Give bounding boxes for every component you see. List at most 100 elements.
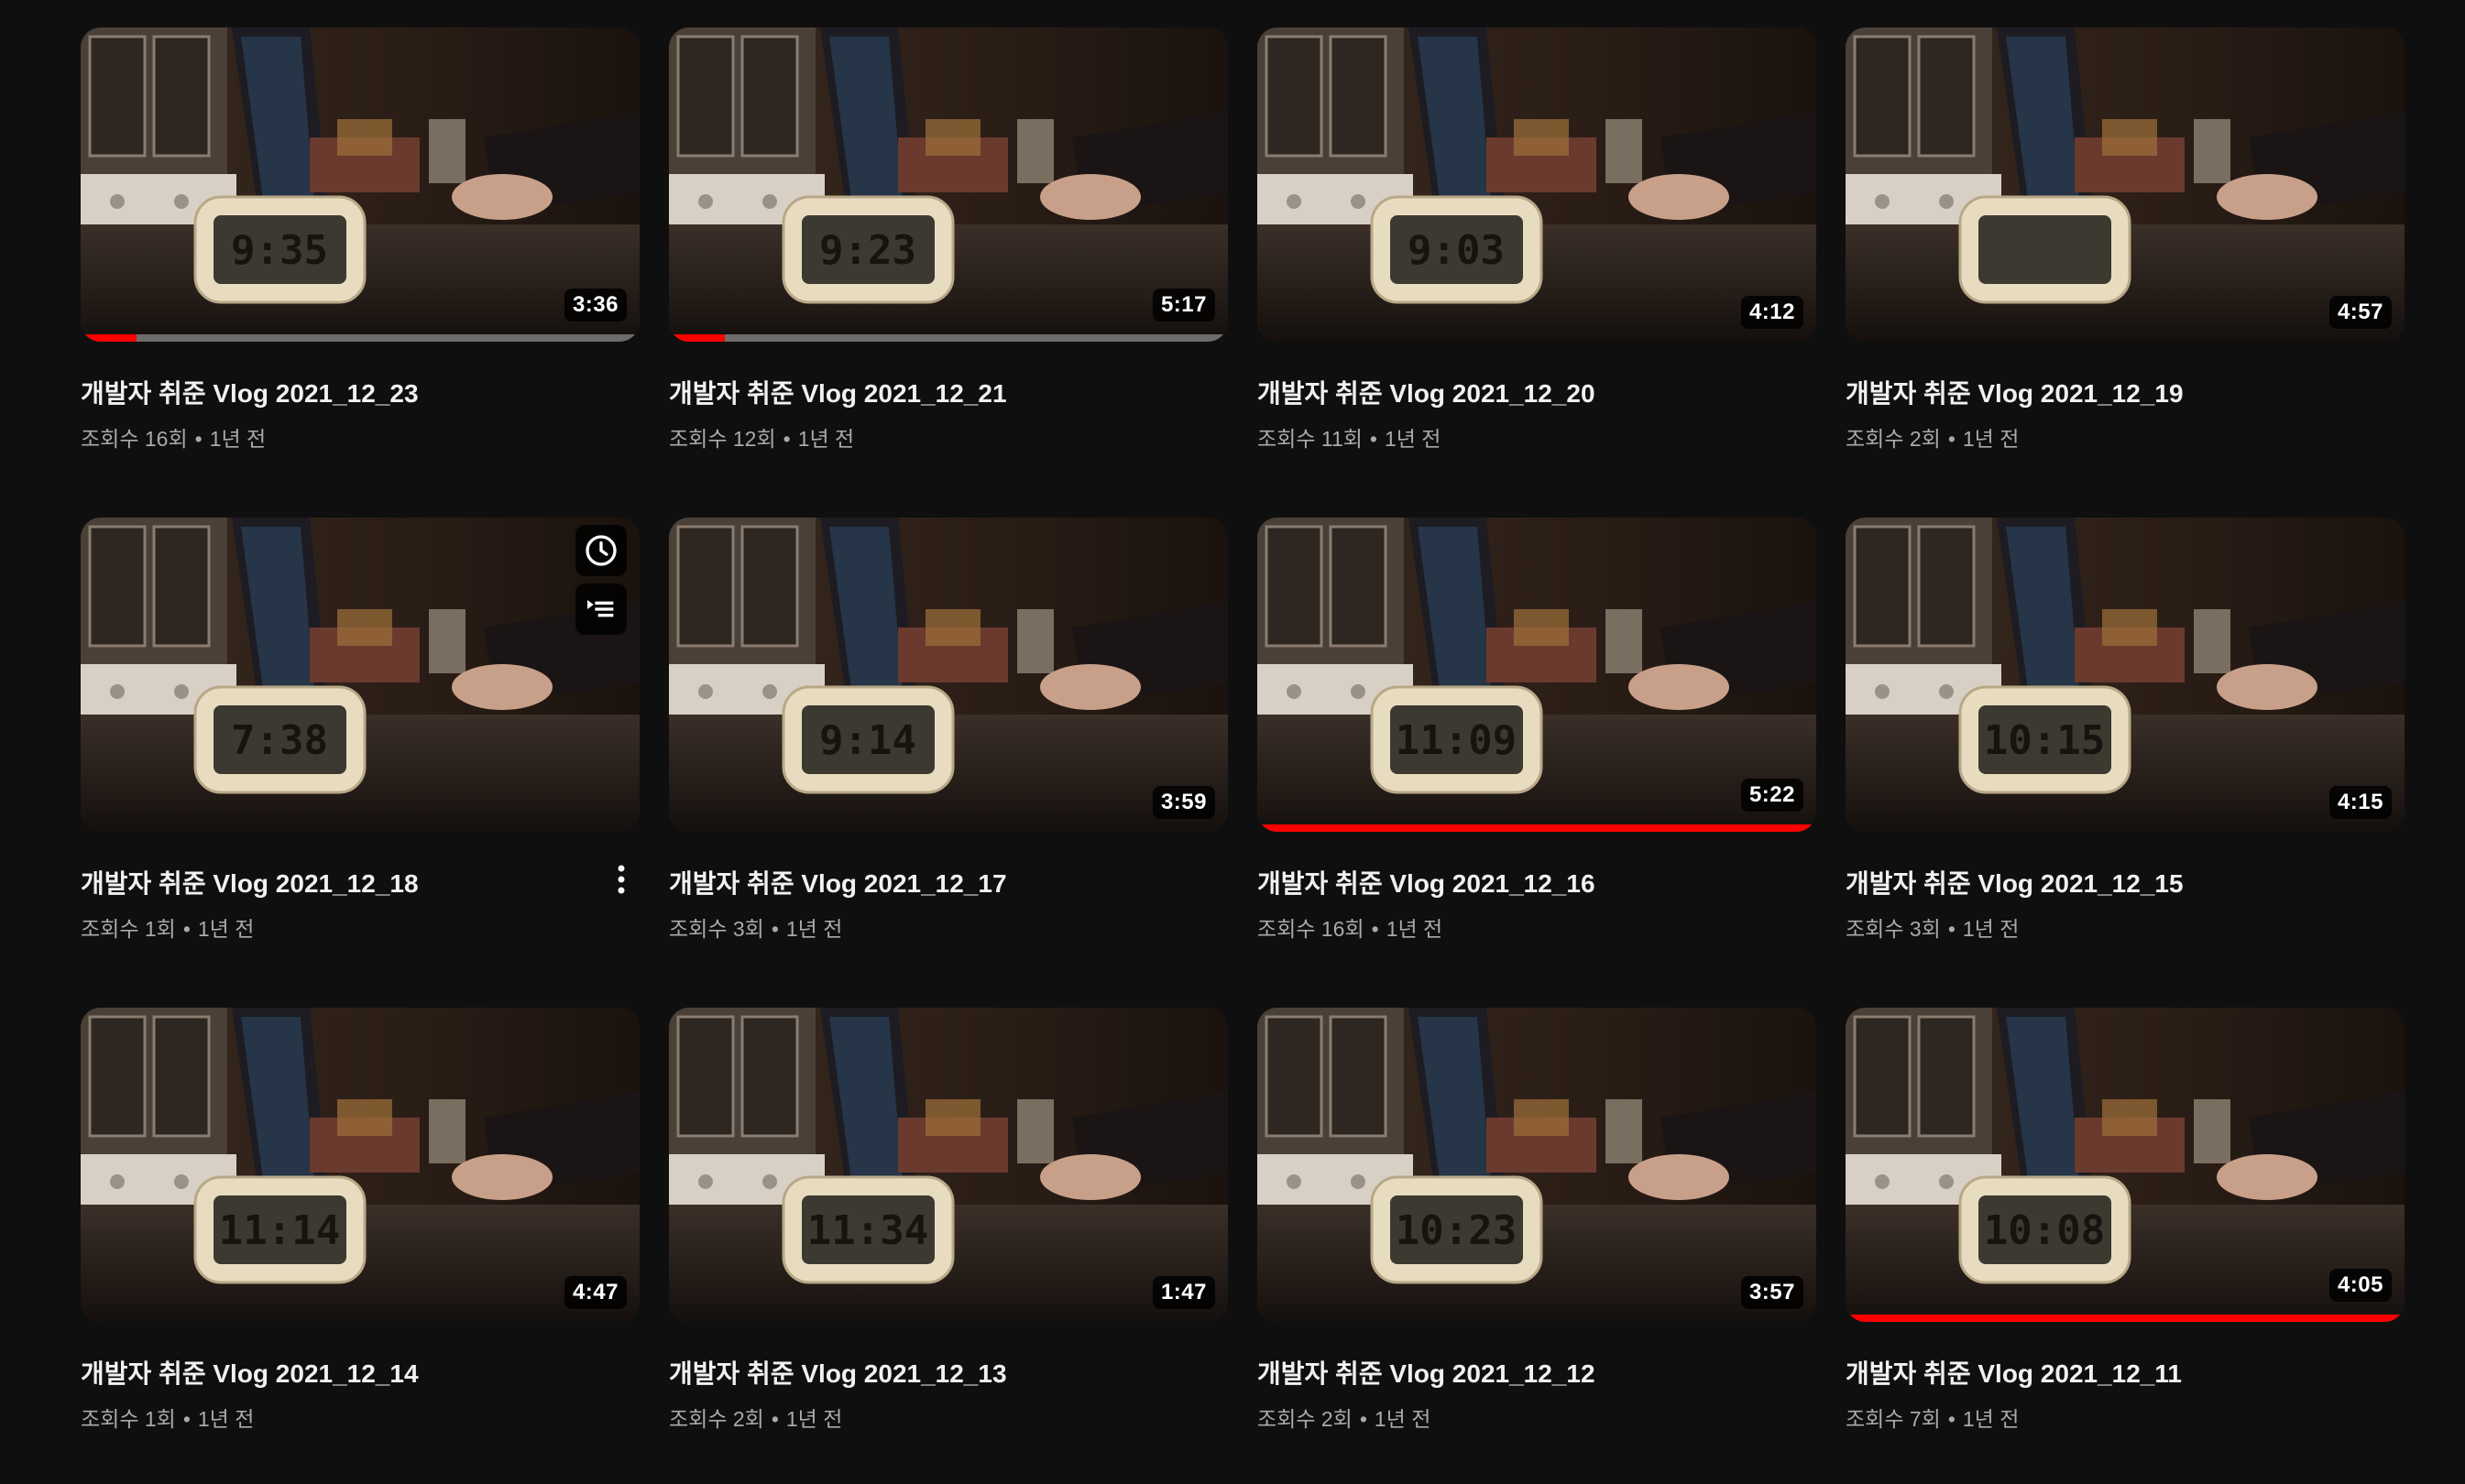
video-thumbnail[interactable]: 10:23 3:57 <box>1257 1008 1816 1322</box>
video-card[interactable]: 7:38 개발자 취준 Vlog 2021_12_18 조회수 1회 • 1년 전 <box>81 518 640 994</box>
svg-text:11:34: 11:34 <box>807 1207 928 1254</box>
upload-age: 1년 전 <box>209 427 267 451</box>
video-title[interactable]: 개발자 취준 Vlog 2021_12_18 <box>81 864 575 900</box>
duration-badge: 4:15 <box>2328 786 2392 819</box>
thumbnail-image: 10:23 <box>1257 1008 1816 1322</box>
video-card[interactable]: 10:15 4:15 개발자 취준 Vlog 2021_12_15 조회수 3회 • 1… <box>1846 518 2405 994</box>
video-title[interactable]: 개발자 취준 Vlog 2021_12_11 <box>1846 1354 2340 1391</box>
video-thumbnail[interactable]: 9:23 5:17 <box>669 27 1228 342</box>
video-grid: 9:35 3:36 개발자 취준 Vlog 2021_12_23 조회수 16회 • 1… <box>0 0 2465 1438</box>
view-count: 조회수 2회 <box>1257 1407 1353 1431</box>
video-thumbnail[interactable]: 11:14 4:47 <box>81 1008 640 1322</box>
watch-progress-bar <box>1257 824 1816 832</box>
video-title[interactable]: 개발자 취준 Vlog 2021_12_23 <box>81 374 575 410</box>
upload-age: 1년 전 <box>797 427 855 451</box>
video-thumbnail[interactable]: 9:35 3:36 <box>81 27 640 342</box>
svg-text:10:15: 10:15 <box>1984 717 2105 764</box>
video-title[interactable]: 개발자 취준 Vlog 2021_12_16 <box>1257 864 1752 900</box>
view-count: 조회수 3회 <box>669 917 764 941</box>
video-metadata: 조회수 3회 • 1년 전 <box>669 911 842 943</box>
upload-age: 1년 전 <box>197 1407 255 1431</box>
video-title[interactable]: 개발자 취준 Vlog 2021_12_19 <box>1846 374 2340 410</box>
video-title[interactable]: 개발자 취준 Vlog 2021_12_14 <box>81 1354 575 1391</box>
svg-text:9:23: 9:23 <box>819 227 916 274</box>
watch-later-button[interactable] <box>575 525 627 576</box>
duration-badge: 5:17 <box>1152 289 1215 322</box>
upload-age: 1년 전 <box>785 1407 843 1431</box>
video-card[interactable]: 9:03 4:12 개발자 취준 Vlog 2021_12_20 조회수 11회 • 1… <box>1257 27 1816 504</box>
video-title[interactable]: 개발자 취준 Vlog 2021_12_21 <box>669 374 1164 410</box>
progress-track <box>81 334 640 342</box>
video-card[interactable]: 10:23 3:57 개발자 취준 Vlog 2021_12_12 조회수 2회 • 1… <box>1257 1008 1816 1484</box>
duration-badge: 1:47 <box>1152 1276 1215 1309</box>
video-title[interactable]: 개발자 취준 Vlog 2021_12_12 <box>1257 1354 1752 1391</box>
video-thumbnail[interactable]: 9:03 4:12 <box>1257 27 1816 342</box>
video-thumbnail[interactable]: 7:38 <box>81 518 640 832</box>
clock-icon <box>586 535 617 566</box>
duration-badge: 3:57 <box>1740 1276 1803 1309</box>
thumbnail-image: 9:35 <box>81 27 640 342</box>
separator-dot: • <box>1947 427 1956 451</box>
separator-dot: • <box>1947 1407 1956 1431</box>
video-metadata: 조회수 1회 • 1년 전 <box>81 911 254 943</box>
thumbnail-image: 10:15 <box>1846 518 2405 832</box>
video-metadata: 조회수 16회 • 1년 전 <box>1257 911 1442 943</box>
video-card[interactable]: 11:09 5:22 개발자 취준 Vlog 2021_12_16 조회수 16회 •… <box>1257 518 1816 994</box>
upload-age: 1년 전 <box>1384 427 1441 451</box>
video-card[interactable]: 9:23 5:17 개발자 취준 Vlog 2021_12_21 조회수 12회 • 1… <box>669 27 1228 504</box>
thumbnail-image: 10:08 <box>1846 1008 2405 1322</box>
video-title[interactable]: 개발자 취준 Vlog 2021_12_17 <box>669 864 1164 900</box>
more-actions-button[interactable] <box>603 857 640 902</box>
thumbnail-image: 11:09 <box>1257 518 1816 832</box>
video-card[interactable]: 9:35 3:36 개발자 취준 Vlog 2021_12_23 조회수 16회 • 1… <box>81 27 640 504</box>
video-card[interactable]: 4:57 개발자 취준 Vlog 2021_12_19 조회수 2회 • 1년 전 <box>1846 27 2405 504</box>
video-thumbnail[interactable]: 10:08 4:05 <box>1846 1008 2405 1322</box>
video-card[interactable]: 9:14 3:59 개발자 취준 Vlog 2021_12_17 조회수 3회 • 1년… <box>669 518 1228 994</box>
view-count: 조회수 1회 <box>81 1407 176 1431</box>
duration-badge: 3:36 <box>564 289 627 322</box>
thumbnail-image: 9:23 <box>669 27 1228 342</box>
video-metadata: 조회수 1회 • 1년 전 <box>81 1402 254 1433</box>
video-metadata: 조회수 2회 • 1년 전 <box>669 1402 842 1433</box>
video-thumbnail[interactable]: 9:14 3:59 <box>669 518 1228 832</box>
video-thumbnail[interactable]: 4:57 <box>1846 27 2405 342</box>
separator-dot: • <box>194 427 203 451</box>
view-count: 조회수 3회 <box>1846 917 1941 941</box>
upload-age: 1년 전 <box>1962 1407 2020 1431</box>
progress-track <box>669 334 1228 342</box>
video-metadata: 조회수 16회 • 1년 전 <box>81 421 266 453</box>
video-metadata: 조회수 2회 • 1년 전 <box>1846 421 2019 453</box>
separator-dot: • <box>1947 917 1956 941</box>
upload-age: 1년 전 <box>197 917 255 941</box>
add-to-queue-button[interactable] <box>575 584 627 635</box>
video-metadata: 조회수 7회 • 1년 전 <box>1846 1402 2019 1433</box>
separator-dot: • <box>1359 1407 1367 1431</box>
duration-badge: 4:05 <box>2328 1269 2392 1302</box>
separator-dot: • <box>182 917 191 941</box>
video-title[interactable]: 개발자 취준 Vlog 2021_12_20 <box>1257 374 1752 410</box>
video-card[interactable]: 11:14 4:47 개발자 취준 Vlog 2021_12_14 조회수 1회 • 1… <box>81 1008 640 1484</box>
upload-age: 1년 전 <box>1962 917 2020 941</box>
vertical-ellipsis-icon <box>618 865 625 894</box>
video-thumbnail[interactable]: 11:09 5:22 <box>1257 518 1816 832</box>
thumbnail-image: 11:14 <box>81 1008 640 1322</box>
video-card[interactable]: 11:34 1:47 개발자 취준 Vlog 2021_12_13 조회수 2회 • 1… <box>669 1008 1228 1484</box>
thumbnail-image <box>1846 27 2405 342</box>
video-thumbnail[interactable]: 10:15 4:15 <box>1846 518 2405 832</box>
duration-badge: 3:59 <box>1152 786 1215 819</box>
video-thumbnail[interactable]: 11:34 1:47 <box>669 1008 1228 1322</box>
separator-dot: • <box>771 917 779 941</box>
upload-age: 1년 전 <box>1374 1407 1431 1431</box>
upload-age: 1년 전 <box>785 917 843 941</box>
svg-text:9:14: 9:14 <box>819 717 916 764</box>
video-metadata: 조회수 11회 • 1년 전 <box>1257 421 1441 453</box>
watch-progress-bar <box>1846 1315 2405 1322</box>
video-card[interactable]: 10:08 4:05 개발자 취준 Vlog 2021_12_11 조회수 7회 • 1… <box>1846 1008 2405 1484</box>
svg-text:7:38: 7:38 <box>231 717 328 764</box>
video-title[interactable]: 개발자 취준 Vlog 2021_12_15 <box>1846 864 2340 900</box>
view-count: 조회수 16회 <box>81 427 188 451</box>
view-count: 조회수 1회 <box>81 917 176 941</box>
svg-text:9:03: 9:03 <box>1408 227 1505 274</box>
video-metadata: 조회수 12회 • 1년 전 <box>669 421 854 453</box>
video-title[interactable]: 개발자 취준 Vlog 2021_12_13 <box>669 1354 1164 1391</box>
